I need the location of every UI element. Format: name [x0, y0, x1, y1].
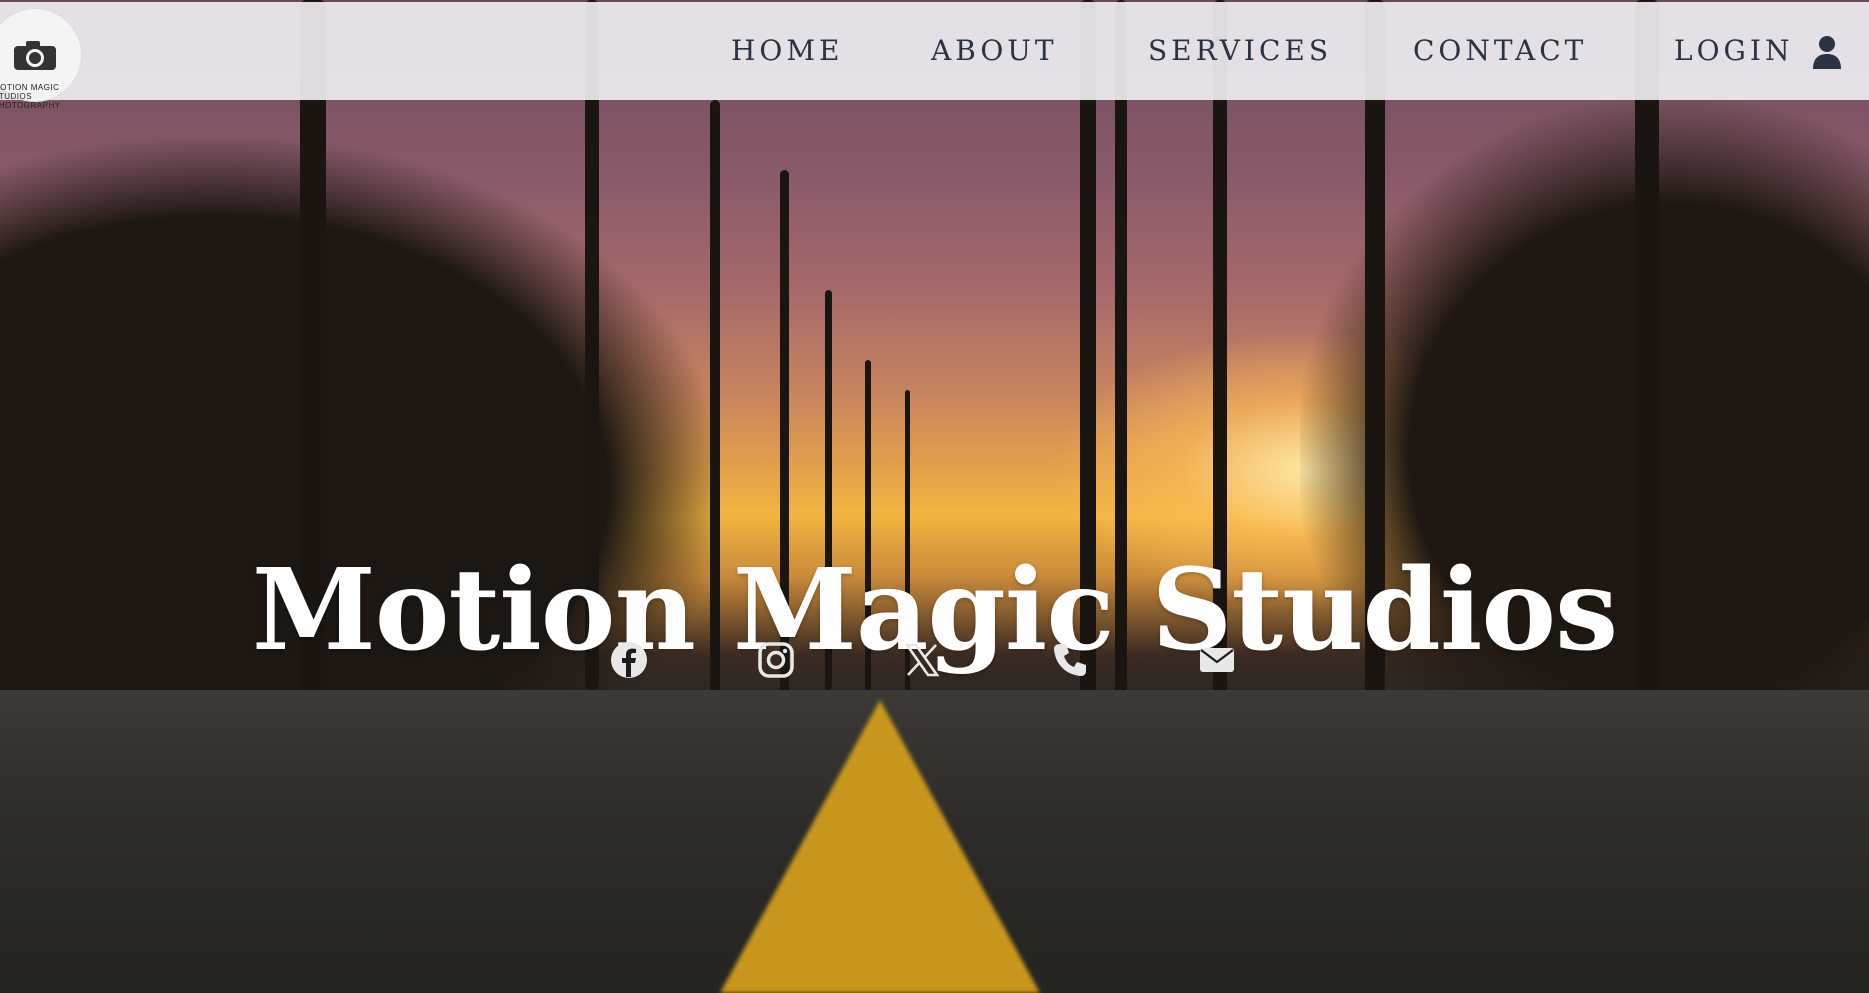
email-icon[interactable] — [1198, 641, 1236, 679]
camera-icon — [14, 41, 56, 70]
phone-icon[interactable] — [1051, 641, 1089, 679]
logo-text: MOTION MAGIC STUDIOS PHOTOGRAPHY — [0, 83, 61, 110]
instagram-icon[interactable] — [757, 641, 795, 679]
user-icon[interactable] — [1812, 35, 1842, 69]
top-navbar: MOTION MAGIC STUDIOS PHOTOGRAPHY HOME AB… — [0, 2, 1869, 110]
nav-login[interactable]: LOGIN — [1674, 34, 1793, 67]
facebook-icon[interactable] — [610, 641, 648, 679]
studio-logo[interactable]: MOTION MAGIC STUDIOS PHOTOGRAPHY — [0, 8, 82, 110]
x-icon[interactable] — [903, 641, 941, 679]
road-center-line — [720, 700, 1040, 993]
hero-background — [0, 0, 1869, 993]
nav-home[interactable]: HOME — [731, 34, 843, 67]
nav-services[interactable]: SERVICES — [1148, 34, 1332, 67]
nav-about[interactable]: ABOUT — [931, 34, 1058, 67]
nav-contact[interactable]: CONTACT — [1413, 34, 1587, 67]
